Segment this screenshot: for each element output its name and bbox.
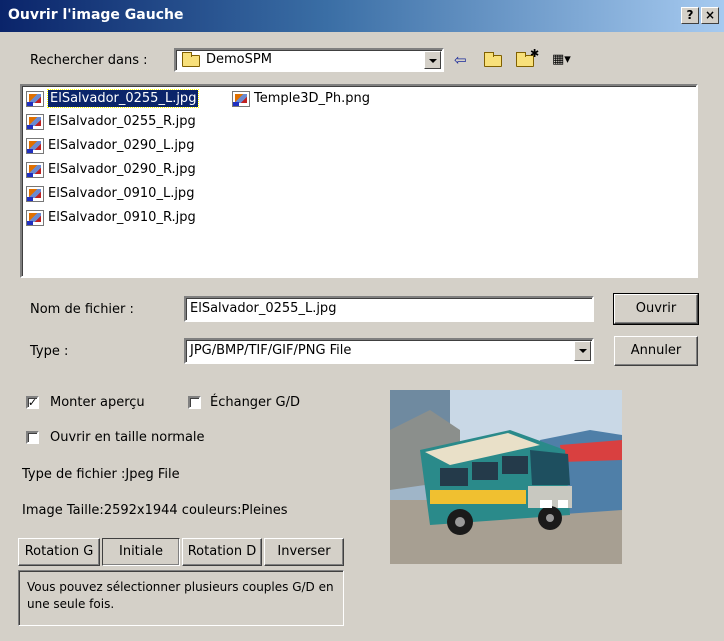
file-type-info: Type de fichier :Jpeg File <box>22 467 180 482</box>
rotate-left-button[interactable]: Rotation G <box>18 538 100 566</box>
swap-lr-label: Échanger G/D <box>210 395 300 410</box>
image-file-icon <box>26 138 44 154</box>
image-file-icon <box>26 114 44 130</box>
image-size-info: Image Taille:2592x1944 couleurs:Pleines <box>22 503 288 518</box>
file-list[interactable]: ElSalvador_0255_L.jpg ElSalvador_0255_R.… <box>20 84 698 278</box>
show-preview-label: Monter aperçu <box>50 395 145 410</box>
back-icon[interactable]: ⇦ <box>454 50 467 70</box>
rotate-right-button[interactable]: Rotation D <box>182 538 262 566</box>
bus-photo <box>390 390 622 564</box>
filetype-combo[interactable]: JPG/BMP/TIF/GIF/PNG File <box>184 338 594 364</box>
view-menu-icon[interactable]: ▦▾ <box>552 50 571 70</box>
list-item[interactable]: ElSalvador_0910_R.jpg <box>24 207 196 229</box>
filename-input[interactable]: ElSalvador_0255_L.jpg <box>184 296 594 322</box>
initial-button[interactable]: Initiale <box>102 538 180 566</box>
help-button[interactable]: ? <box>681 7 699 24</box>
filetype-value: JPG/BMP/TIF/GIF/PNG File <box>190 343 352 358</box>
open-normal-size-label: Ouvrir en taille normale <box>50 430 205 445</box>
lookin-value: DemoSPM <box>206 52 272 67</box>
image-file-icon <box>26 210 44 226</box>
list-item[interactable]: ElSalvador_0255_L.jpg <box>24 88 200 110</box>
close-button[interactable]: × <box>701 7 719 24</box>
list-item[interactable]: ElSalvador_0290_L.jpg <box>24 135 194 157</box>
filetype-label: Type : <box>30 344 69 359</box>
list-item[interactable]: ElSalvador_0290_R.jpg <box>24 159 196 181</box>
title-bar: Ouvrir l'image Gauche ? × <box>0 0 724 32</box>
open-button[interactable]: Ouvrir <box>613 293 699 325</box>
lookin-label: Rechercher dans : <box>30 53 148 68</box>
invert-button[interactable]: Inverser <box>264 538 344 566</box>
info-message: Vous pouvez sélectionner plusieurs coupl… <box>18 570 344 626</box>
swap-lr-checkbox[interactable] <box>188 396 201 409</box>
image-file-icon <box>26 162 44 178</box>
window-title: Ouvrir l'image Gauche <box>8 7 184 23</box>
show-preview-checkbox[interactable]: ✓ <box>26 396 39 409</box>
list-item[interactable]: ElSalvador_0255_R.jpg <box>24 111 196 133</box>
image-file-icon <box>26 91 44 107</box>
filename-label: Nom de fichier : <box>30 302 134 317</box>
open-normal-size-checkbox[interactable] <box>26 431 39 444</box>
filetype-dropdown-arrow[interactable] <box>574 341 591 361</box>
filename-value: ElSalvador_0255_L.jpg <box>190 301 337 316</box>
image-file-icon <box>26 186 44 202</box>
list-item[interactable]: Temple3D_Ph.png <box>230 88 370 110</box>
lookin-combo[interactable]: DemoSPM <box>174 48 444 72</box>
image-preview <box>390 390 622 564</box>
cancel-button[interactable]: Annuler <box>614 336 698 366</box>
lookin-dropdown-arrow[interactable] <box>424 51 441 69</box>
folder-icon <box>182 52 200 67</box>
list-item[interactable]: ElSalvador_0910_L.jpg <box>24 183 194 205</box>
image-file-icon <box>232 91 250 107</box>
